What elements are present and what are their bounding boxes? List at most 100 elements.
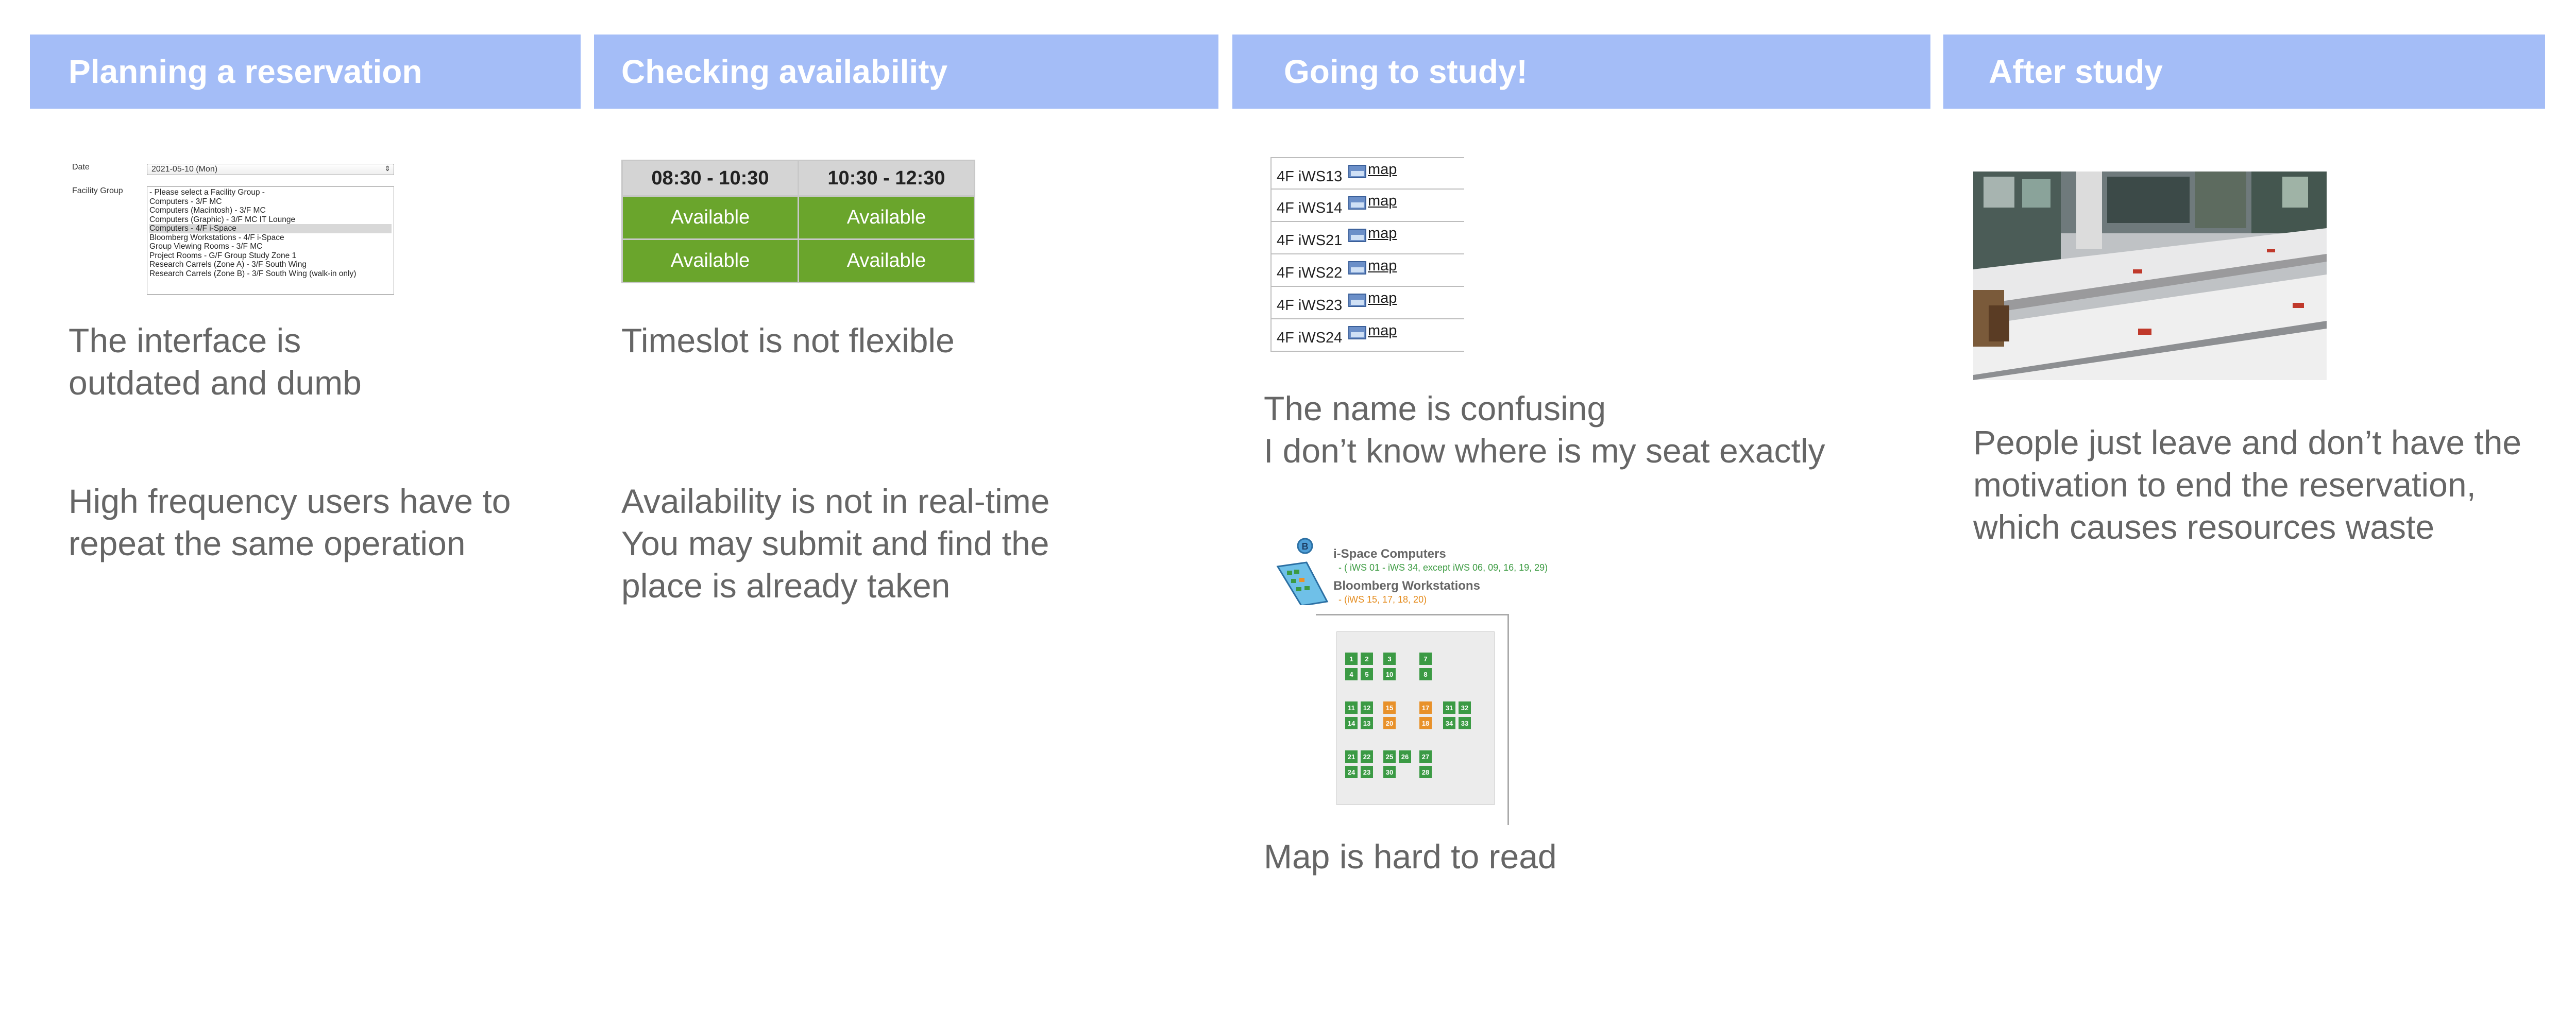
library-photo-drawing xyxy=(1973,172,2327,380)
seat-list: 4F iWS13 map 4F iWS14 map 4F iWS21 map 4F iWS2… xyxy=(1270,157,1464,352)
availability-cell[interactable]: Available xyxy=(621,195,799,240)
legend-ispace-range: - ( iWS 01 - iWS 34, except iWS 06, 09, … xyxy=(1338,562,1548,573)
facility-option[interactable]: Project Rooms - G/F Group Study Zone 1 xyxy=(149,251,392,261)
map-icon[interactable] xyxy=(1348,294,1366,307)
map-seat: 24 xyxy=(1345,766,1358,778)
map-seat: 5 xyxy=(1361,668,1373,680)
map-seat: 1 xyxy=(1345,653,1358,665)
legend-bloomberg-range: - (iWS 15, 17, 18, 20) xyxy=(1338,594,1427,605)
facility-option[interactable]: Bloomberg Workstations - 4/F i-Space xyxy=(149,233,392,243)
map-link[interactable]: map xyxy=(1368,258,1397,275)
seat-code: 4F iWS22 xyxy=(1277,265,1343,281)
facility-option[interactable]: Computers (Graphic) - 3/F MC IT Lounge xyxy=(149,215,392,225)
facility-option[interactable]: Computers (Macintosh) - 3/F MC xyxy=(149,206,392,215)
seat-row: 4F iWS21 map xyxy=(1270,222,1464,254)
timeslot-table: 08:30 - 10:30 10:30 - 12:30 Available Av… xyxy=(621,160,975,283)
map-link[interactable]: map xyxy=(1368,193,1397,210)
timeslot-header: 10:30 - 12:30 xyxy=(798,160,975,197)
map-seat: 20 xyxy=(1383,717,1396,729)
study-note-confusing: The name is confusing I don’t know where… xyxy=(1264,389,1825,470)
map-seat: 26 xyxy=(1399,750,1411,763)
map-link[interactable]: map xyxy=(1368,290,1397,307)
legend-bloomberg: Bloomberg Workstations xyxy=(1333,579,1480,593)
map-seat: 27 xyxy=(1419,750,1432,763)
header-availability: Checking availability xyxy=(594,35,1218,109)
header-planning-title: Planning a reservation xyxy=(69,53,422,90)
study-note-map: Map is hard to read xyxy=(1264,837,1557,876)
facility-option[interactable]: Computers - 4/F i-Space xyxy=(149,224,392,233)
date-select[interactable]: 2021-05-10 (Mon) ⇕ xyxy=(147,164,394,175)
availability-cell[interactable]: Available xyxy=(798,238,975,283)
availability-row: Available Available xyxy=(621,195,975,240)
library-desks-photo xyxy=(1973,172,2327,380)
date-select-value: 2021-05-10 (Mon) xyxy=(151,165,218,174)
map-seat: 30 xyxy=(1383,766,1396,778)
map-wall xyxy=(1316,614,1509,615)
map-seat: 17 xyxy=(1419,701,1432,714)
header-after: After study xyxy=(1943,35,2545,109)
map-seat: 13 xyxy=(1361,717,1373,729)
map-icon[interactable] xyxy=(1348,165,1366,178)
map-seat: 14 xyxy=(1345,717,1358,729)
seat-row: 4F iWS13 map xyxy=(1270,157,1464,190)
planning-note-interface: The interface is outdated and dumb xyxy=(69,321,362,402)
seat-row: 4F iWS23 map xyxy=(1270,287,1464,319)
timeslot-header-row: 08:30 - 10:30 10:30 - 12:30 xyxy=(621,160,975,197)
map-seat: 31 xyxy=(1443,701,1455,714)
legend-ispace: i-Space Computers xyxy=(1333,547,1446,561)
header-availability-title: Checking availability xyxy=(621,53,948,90)
map-seat: 12 xyxy=(1361,701,1373,714)
header-study: Going to study! xyxy=(1232,35,1930,109)
facility-option[interactable]: Computers - 3/F MC xyxy=(149,197,392,207)
availability-cell[interactable]: Available xyxy=(621,238,799,283)
availability-cell[interactable]: Available xyxy=(798,195,975,240)
seat-code: 4F iWS23 xyxy=(1277,297,1343,314)
map-seat: 32 xyxy=(1459,701,1471,714)
availability-note-timeslot: Timeslot is not flexible xyxy=(621,321,955,359)
timeslot-header: 08:30 - 10:30 xyxy=(621,160,799,197)
floor-plan-icon: B xyxy=(1276,538,1329,605)
header-after-title: After study xyxy=(1989,53,2163,90)
map-link[interactable]: map xyxy=(1368,322,1397,339)
facility-option[interactable]: Research Carrels (Zone A) - 3/F South Wi… xyxy=(149,260,392,269)
map-icon[interactable] xyxy=(1348,229,1366,242)
select-arrow-icon: ⇕ xyxy=(384,164,391,173)
svg-text:B: B xyxy=(1302,541,1309,552)
facility-group-label: Facility Group xyxy=(72,186,123,195)
map-seat: 11 xyxy=(1345,701,1358,714)
map-seat: 34 xyxy=(1443,717,1455,729)
map-seat: 23 xyxy=(1361,766,1373,778)
map-seat: 33 xyxy=(1459,717,1471,729)
facility-option[interactable]: Group Viewing Rooms - 3/F MC xyxy=(149,242,392,251)
availability-row: Available Available xyxy=(621,238,975,283)
map-floor-area: 1 2 3 7 4 5 10 8 11 12 15 17 31 32 14 13 20 18 34 33 21 22 25 2… xyxy=(1336,631,1495,805)
seat-code: 4F iWS21 xyxy=(1277,232,1343,249)
map-seat: 25 xyxy=(1383,750,1396,763)
date-label: Date xyxy=(72,163,90,172)
seat-row: 4F iWS24 map xyxy=(1270,319,1464,352)
reservation-form-screenshot: Date 2021-05-10 (Mon) ⇕ Facility Group -… xyxy=(69,160,398,296)
map-seat: 3 xyxy=(1383,653,1396,665)
map-seat: 15 xyxy=(1383,701,1396,714)
map-seat: 7 xyxy=(1419,653,1432,665)
header-study-title: Going to study! xyxy=(1284,53,1528,90)
map-icon[interactable] xyxy=(1348,196,1366,210)
map-icon[interactable] xyxy=(1348,326,1366,339)
facility-group-list[interactable]: - Please select a Facility Group - Comput… xyxy=(147,186,394,295)
seat-code: 4F iWS13 xyxy=(1277,168,1343,185)
seat-map-graphic: B i-Space Computers - ( iWS 01 - iWS 34,… xyxy=(1270,536,1580,829)
seat-row: 4F iWS14 map xyxy=(1270,190,1464,222)
map-icon[interactable] xyxy=(1348,261,1366,275)
facility-option[interactable]: - Please select a Facility Group - xyxy=(149,188,392,197)
map-seat: 8 xyxy=(1419,668,1432,680)
map-seat: 2 xyxy=(1361,653,1373,665)
planning-note-frequency: High frequency users have to repeat the … xyxy=(69,482,511,562)
after-note-waste: People just leave and don’t have the mot… xyxy=(1973,423,2522,546)
seat-code: 4F iWS14 xyxy=(1277,200,1343,216)
map-seat: 10 xyxy=(1383,668,1396,680)
facility-option[interactable]: Research Carrels (Zone B) - 3/F South Wi… xyxy=(149,269,392,279)
map-link[interactable]: map xyxy=(1368,161,1397,178)
map-link[interactable]: map xyxy=(1368,225,1397,242)
map-seat: 22 xyxy=(1361,750,1373,763)
seat-row: 4F iWS22 map xyxy=(1270,254,1464,287)
